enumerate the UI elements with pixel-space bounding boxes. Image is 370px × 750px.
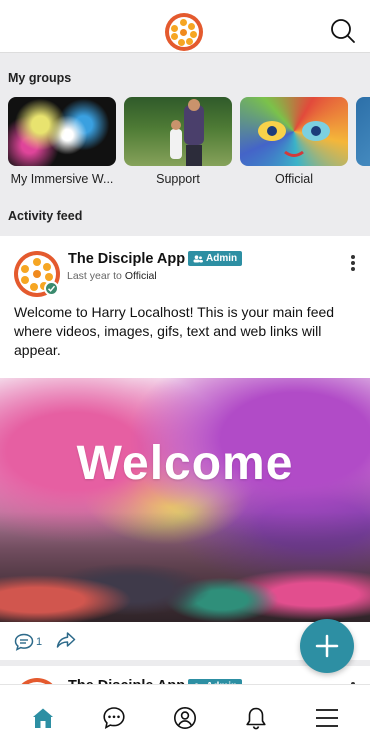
tab-menu[interactable] bbox=[307, 698, 347, 738]
group-card-immersive[interactable]: My Immersive W... bbox=[8, 97, 116, 186]
group-card-official[interactable]: Official bbox=[240, 97, 348, 186]
home-icon bbox=[33, 708, 54, 728]
search-icon bbox=[331, 19, 355, 43]
chat-icon bbox=[103, 706, 125, 729]
create-post-button[interactable] bbox=[300, 619, 354, 673]
group-label: Official bbox=[275, 172, 313, 186]
post-time: Last year bbox=[67, 270, 111, 282]
group-label: Support bbox=[156, 172, 200, 186]
tab-chat[interactable] bbox=[94, 698, 134, 738]
activity-feed-title: Activity feed bbox=[8, 209, 83, 223]
more-icon bbox=[351, 255, 355, 259]
group-image bbox=[240, 97, 348, 166]
post-more-button[interactable] bbox=[350, 255, 356, 271]
tab-home[interactable] bbox=[23, 698, 63, 738]
menu-icon bbox=[315, 708, 338, 727]
post-image-text: Welcome bbox=[76, 437, 294, 490]
top-bar bbox=[0, 0, 370, 53]
share-icon bbox=[56, 631, 76, 648]
post-image[interactable]: Welcome bbox=[0, 378, 370, 622]
my-groups-title: My groups bbox=[8, 71, 72, 85]
groups-carousel[interactable]: My Immersive W... Support Official bbox=[0, 97, 370, 189]
comment-button[interactable]: 1 bbox=[14, 633, 42, 651]
group-card-support[interactable]: Support bbox=[124, 97, 232, 186]
bell-icon bbox=[246, 707, 266, 729]
search-button[interactable] bbox=[330, 18, 356, 44]
post-author[interactable]: The Disciple App bbox=[68, 251, 185, 267]
comment-icon bbox=[14, 633, 34, 651]
group-card-partial[interactable] bbox=[356, 97, 370, 166]
admin-icon bbox=[193, 254, 203, 262]
post-meta: Last year to Official bbox=[67, 270, 157, 282]
share-button[interactable] bbox=[56, 631, 76, 654]
post-text: Welcome to Harry Localhost! This is your… bbox=[14, 304, 335, 358]
group-image bbox=[8, 97, 116, 166]
plus-icon bbox=[315, 634, 339, 658]
comment-count: 1 bbox=[36, 636, 43, 648]
tab-notifications[interactable] bbox=[236, 698, 276, 738]
post-group-link[interactable]: Official bbox=[125, 270, 157, 282]
verified-icon bbox=[44, 281, 59, 296]
post-actions: 1 bbox=[14, 631, 76, 654]
admin-badge-label: Admin bbox=[206, 253, 238, 264]
app-logo[interactable] bbox=[165, 13, 203, 51]
crowd-image-layer bbox=[0, 512, 370, 622]
feed-post: The Disciple App Admin Last year to Offi… bbox=[0, 236, 370, 660]
tab-profile[interactable] bbox=[165, 698, 205, 738]
post-to-word: to bbox=[113, 270, 122, 282]
group-image bbox=[124, 97, 232, 166]
admin-badge: Admin bbox=[188, 251, 243, 266]
bottom-tab-bar bbox=[0, 684, 370, 750]
group-image bbox=[356, 97, 370, 166]
profile-icon bbox=[173, 706, 196, 729]
group-label: My Immersive W... bbox=[10, 172, 114, 186]
